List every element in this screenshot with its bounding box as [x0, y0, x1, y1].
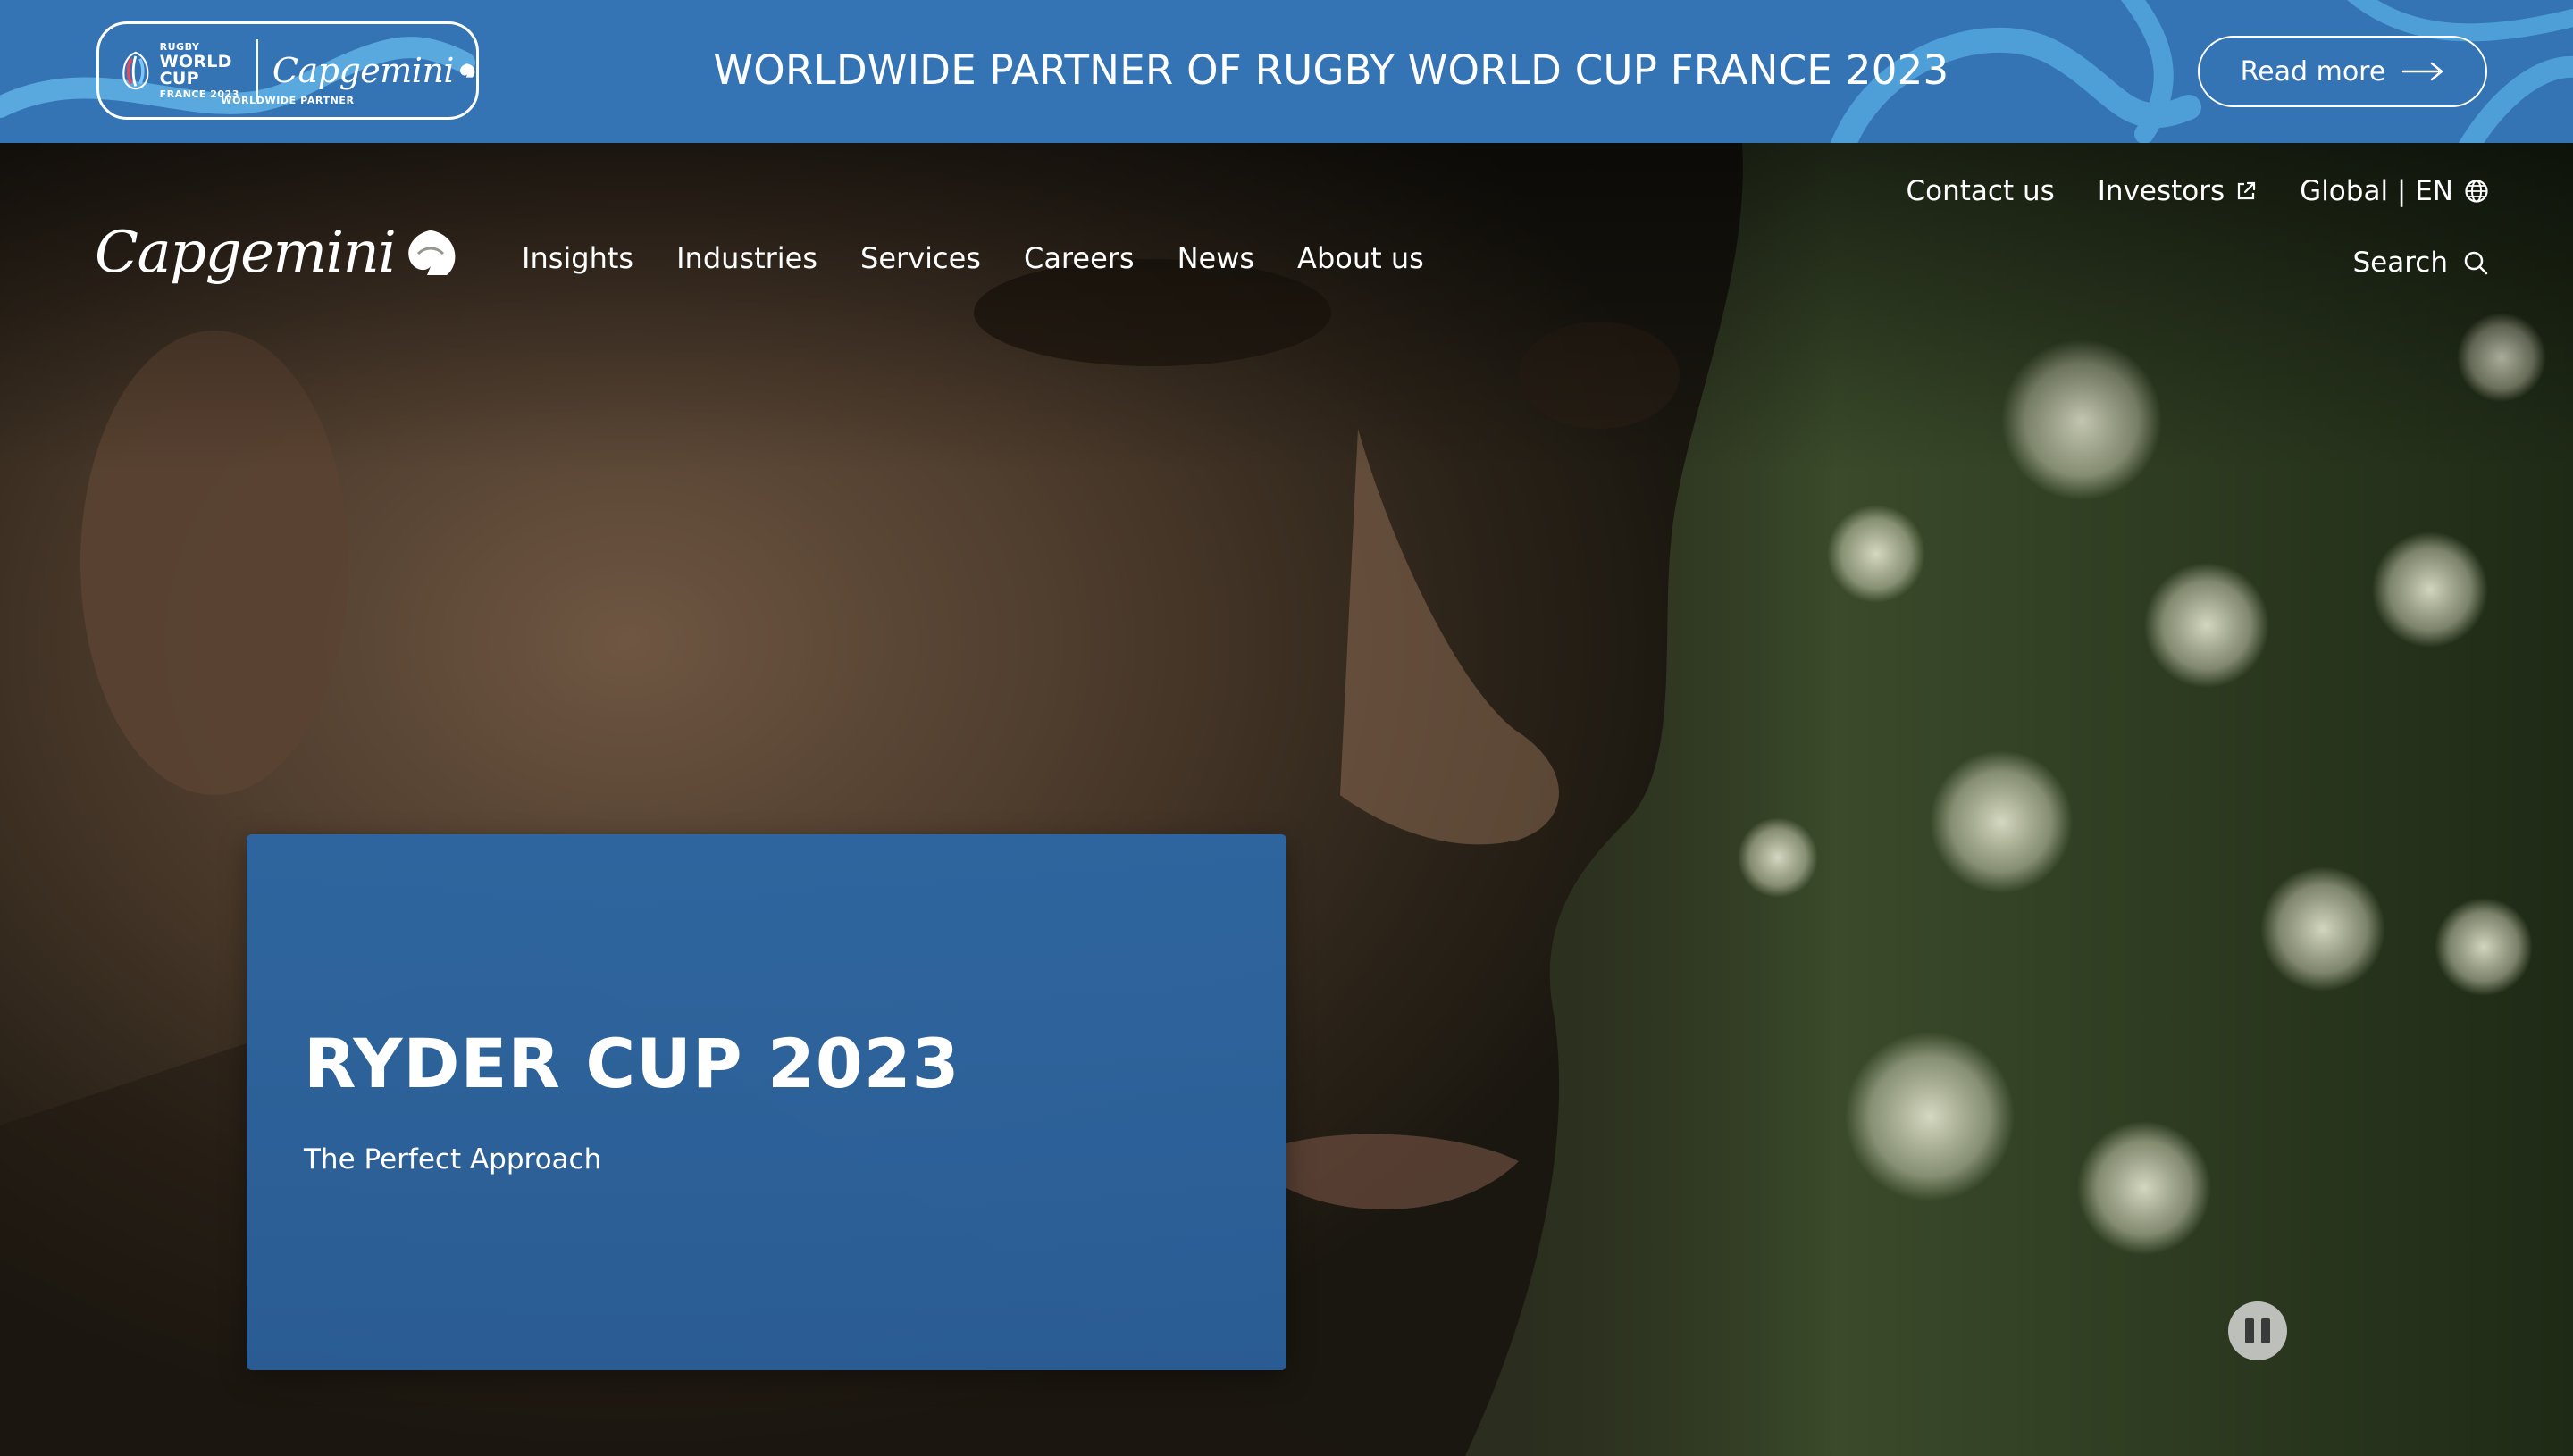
- globe-icon: [2465, 180, 2488, 203]
- capgemini-spade-icon: [460, 63, 475, 78]
- rugby-world-cup-logo-icon: [122, 51, 149, 90]
- banner-title: WORLDWIDE PARTNER OF RUGBY WORLD CUP FRA…: [713, 46, 1949, 94]
- read-more-button[interactable]: Read more: [2198, 36, 2487, 107]
- nav-item-industries[interactable]: Industries: [676, 241, 817, 275]
- hero-section: Capgemini Insights Industries Services C…: [0, 143, 2573, 1456]
- contact-us-label: Contact us: [1906, 175, 2055, 207]
- nav-item-news[interactable]: News: [1178, 241, 1254, 275]
- pause-icon: [2245, 1318, 2254, 1343]
- external-link-icon: [2238, 181, 2256, 200]
- locale-label: Global | EN: [2300, 175, 2453, 207]
- brand-wordmark: Capgemini: [95, 220, 397, 286]
- read-more-label: Read more: [2240, 55, 2386, 88]
- hero-title: RYDER CUP 2023: [304, 1024, 960, 1103]
- badge-divider: [256, 39, 258, 102]
- badge-subtitle: WORLDWIDE PARTNER: [221, 95, 355, 106]
- partner-banner: RUGBY WORLD CUP FRANCE 2023 Capgemini WO…: [0, 0, 2573, 143]
- utility-nav: Contact us Investors Global | EN: [1907, 175, 2489, 207]
- nav-item-services[interactable]: Services: [860, 241, 981, 275]
- pause-icon-bar: [2261, 1318, 2270, 1343]
- badge-brand-name: Capgemini: [272, 51, 455, 90]
- capgemini-logo[interactable]: Capgemini: [95, 220, 459, 286]
- nav-item-about-us[interactable]: About us: [1297, 241, 1424, 275]
- nav-item-insights[interactable]: Insights: [522, 241, 633, 275]
- nav-item-careers[interactable]: Careers: [1024, 241, 1135, 275]
- search-label: Search: [2352, 247, 2448, 279]
- main-nav: Insights Industries Services Careers New…: [522, 241, 1424, 275]
- capgemini-spade-icon: [408, 230, 456, 275]
- rwc-partner-badge[interactable]: RUGBY WORLD CUP FRANCE 2023 Capgemini WO…: [96, 21, 479, 120]
- hero-subtitle: The Perfect Approach: [304, 1143, 602, 1176]
- arrow-right-icon: [2402, 62, 2443, 81]
- search-icon: [2464, 251, 2488, 275]
- search-button[interactable]: Search: [2352, 247, 2489, 279]
- video-pause-button[interactable]: [2228, 1301, 2287, 1360]
- investors-label: Investors: [2097, 175, 2225, 207]
- rwc-label-line2: WORLD CUP: [159, 52, 232, 88]
- rwc-label-line1: RUGBY: [159, 41, 200, 53]
- locale-selector[interactable]: Global | EN: [2300, 175, 2489, 207]
- contact-us-link[interactable]: Contact us: [1907, 175, 2055, 207]
- investors-link[interactable]: Investors: [2098, 175, 2257, 207]
- hero-feature-card[interactable]: RYDER CUP 2023 The Perfect Approach: [247, 834, 1286, 1370]
